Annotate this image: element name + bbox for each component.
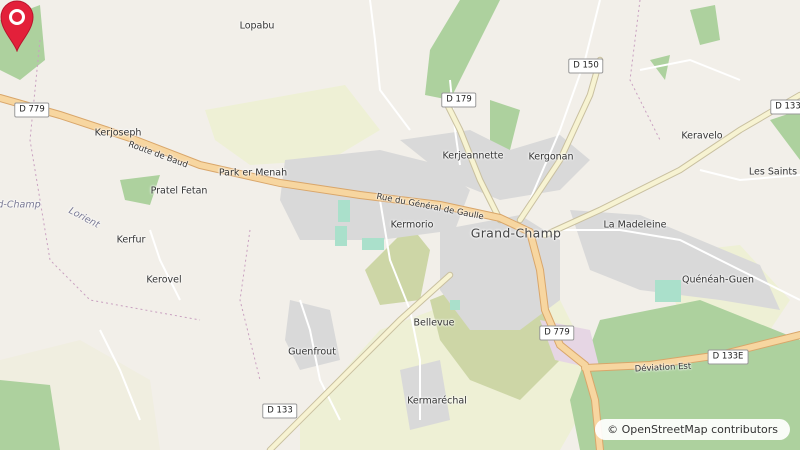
- place-label-grand-champ-partial: d-Champ: [0, 199, 41, 211]
- map-canvas[interactable]: Lopabu Kerjoseph Park er Menah Pratel Fe…: [0, 0, 800, 450]
- place-label-kermorio: Kermorio: [390, 219, 434, 231]
- place-label-queneah-guen: Quénéah-Guen: [681, 274, 755, 286]
- attribution-text: © OpenStreetMap contributors: [607, 423, 778, 436]
- road-shield-d133-south: D 133: [262, 403, 298, 419]
- place-label-kergonan: Kergonan: [528, 151, 574, 163]
- place-label-keravelo: Keravelo: [681, 130, 723, 142]
- place-label-la-madeleine: La Madeleine: [603, 219, 667, 231]
- map-attribution[interactable]: © OpenStreetMap contributors: [595, 419, 790, 440]
- road-shield-d150: D 150: [568, 58, 604, 74]
- place-label-lopabu: Lopabu: [239, 20, 275, 32]
- place-label-kerjeannette: Kerjeannette: [442, 150, 504, 162]
- place-label-bellevue: Bellevue: [413, 317, 455, 329]
- place-label-pratel-fetan: Pratel Fetan: [150, 185, 208, 197]
- road-shield-d779-west: D 779: [14, 102, 50, 118]
- place-label-park-er-menah: Park er Menah: [218, 167, 288, 179]
- road-shield-d179: D 179: [441, 92, 477, 108]
- place-label-kerovel: Kerovel: [146, 274, 182, 286]
- road-shield-d779-south: D 779: [539, 325, 575, 341]
- place-label-les-saints: Les Saints: [748, 166, 798, 178]
- road-shield-d133e: D 133E: [707, 349, 749, 365]
- place-label-kerfur: Kerfur: [116, 234, 146, 246]
- place-label-kerjoseph: Kerjoseph: [94, 127, 142, 139]
- road-shield-d133-east: D 133: [770, 99, 800, 115]
- place-label-kermarechal: Kermaréchal: [407, 395, 467, 407]
- map-pin-icon[interactable]: [0, 0, 34, 52]
- place-label-grand-champ: Grand-Champ: [470, 225, 562, 241]
- place-label-guenfrout: Guenfrout: [288, 346, 336, 358]
